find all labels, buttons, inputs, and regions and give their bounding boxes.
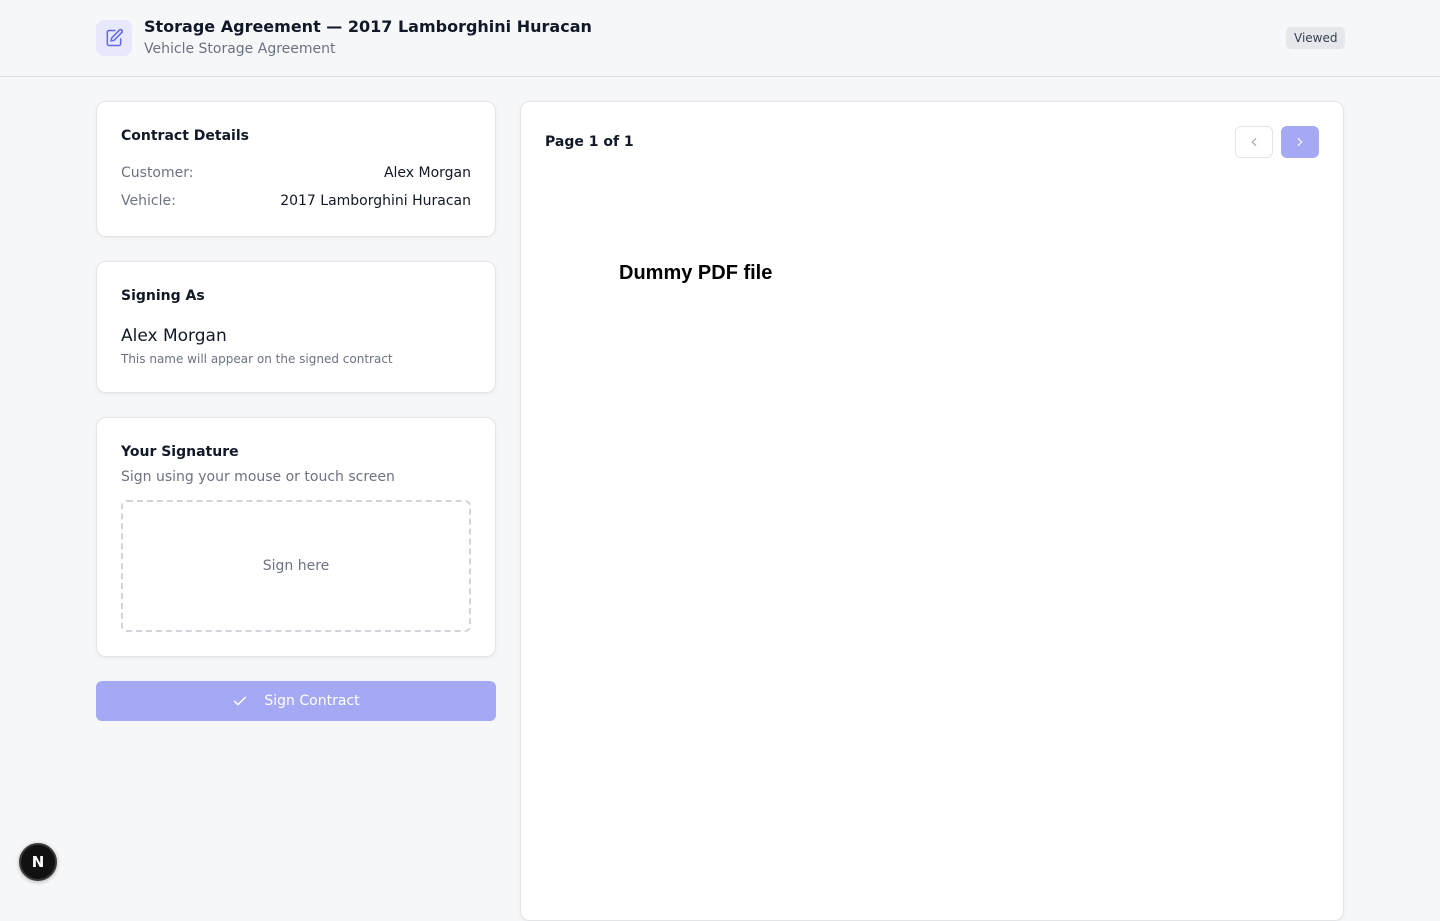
signer-hint: This name will appear on the signed cont… <box>121 352 393 366</box>
sign-contract-label: Sign Contract <box>264 693 360 709</box>
chevron-right-icon <box>1293 135 1307 149</box>
signing-as-card: Signing As Alex Morgan This name will ap… <box>96 261 496 393</box>
customer-value: Alex Morgan <box>383 165 471 181</box>
signature-title: Your Signature <box>121 444 239 460</box>
signer-name: Alex Morgan <box>121 326 227 346</box>
check-icon <box>232 693 248 709</box>
document-edit-icon <box>96 20 132 56</box>
signature-pad[interactable]: Sign here <box>121 500 471 632</box>
page-header: Storage Agreement — 2017 Lamborghini Hur… <box>0 0 1440 77</box>
pdf-viewer: Page 1 of 1 Dummy PDF file <box>520 101 1344 921</box>
contract-details-title: Contract Details <box>121 128 249 144</box>
contract-details-card: Contract Details Customer: Alex Morgan V… <box>96 101 496 237</box>
signature-description: Sign using your mouse or touch screen <box>121 469 395 485</box>
page-indicator: Page 1 of 1 <box>545 134 634 150</box>
vehicle-value: 2017 Lamborghini Huracan <box>280 193 471 209</box>
signing-as-title: Signing As <box>121 288 205 304</box>
pdf-page-heading: Dummy PDF file <box>619 262 773 284</box>
previous-page-button[interactable] <box>1235 126 1273 158</box>
sign-contract-button[interactable]: Sign Contract <box>96 681 496 721</box>
vehicle-label: Vehicle: <box>121 193 176 209</box>
next-page-button[interactable] <box>1281 126 1319 158</box>
status-badge: Viewed <box>1286 27 1346 49</box>
page-subtitle: Vehicle Storage Agreement <box>144 41 336 57</box>
dev-badge-label: N <box>31 853 45 871</box>
signature-placeholder: Sign here <box>262 558 330 574</box>
page-title: Storage Agreement — 2017 Lamborghini Hur… <box>144 17 592 36</box>
chevron-left-icon <box>1247 135 1261 149</box>
dev-tools-badge[interactable]: N <box>19 843 57 881</box>
signature-card: Your Signature Sign using your mouse or … <box>96 417 496 657</box>
customer-label: Customer: <box>121 165 194 181</box>
